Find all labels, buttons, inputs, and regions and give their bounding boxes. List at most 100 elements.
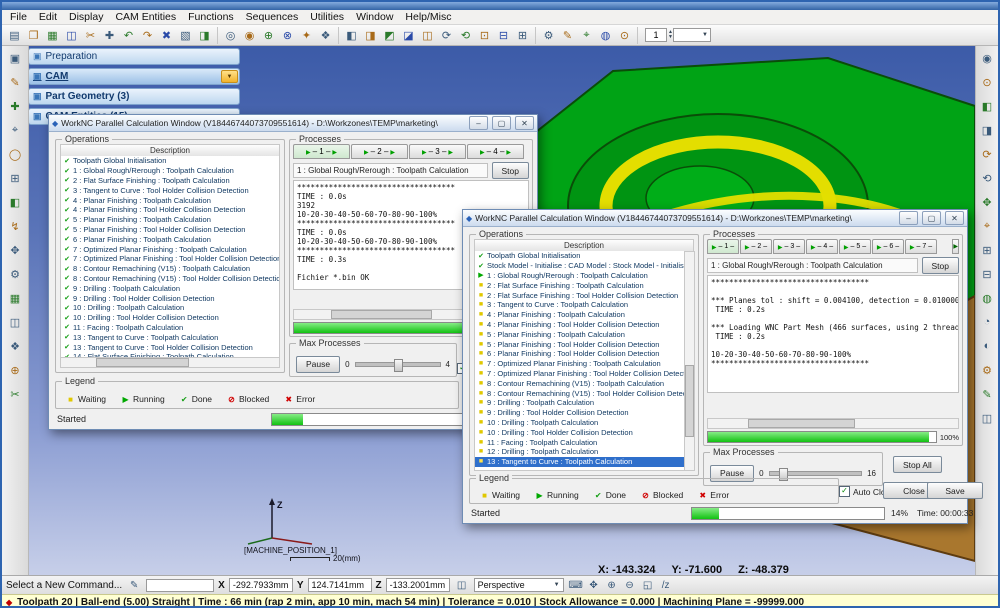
tool-icon[interactable]: ◨ bbox=[978, 122, 996, 138]
tool-icon[interactable]: ⚙ bbox=[6, 266, 24, 282]
tool-icon[interactable]: ◍ bbox=[978, 290, 996, 306]
statusbar-icon[interactable]: ✥ bbox=[586, 578, 602, 592]
dialog-titlebar[interactable]: WorkNC Parallel Calculation Window (V184… bbox=[49, 115, 537, 132]
operation-row[interactable]: 7 : Optimized Planar Finishing : Toolpat… bbox=[475, 359, 684, 369]
statusbar-icon[interactable]: ⊖ bbox=[622, 578, 638, 592]
statusbar-icon[interactable]: ⊕ bbox=[604, 578, 620, 592]
minimize-button[interactable]: – bbox=[469, 116, 488, 130]
operation-row[interactable]: 11 : Facing : Toolpath Calculation bbox=[475, 437, 684, 447]
toolbar-icon[interactable]: ⊗ bbox=[278, 27, 297, 44]
scrollbar-thumb[interactable] bbox=[685, 365, 694, 437]
toolbar-icon[interactable]: ▦ bbox=[43, 27, 62, 44]
tool-icon[interactable]: ▣ bbox=[6, 50, 24, 66]
close-button[interactable]: ✕ bbox=[515, 116, 534, 130]
tab-scroll-right-button[interactable]: ▶ bbox=[952, 239, 959, 254]
menu-item[interactable]: Edit bbox=[33, 11, 63, 23]
toolbar-icon[interactable]: ◨ bbox=[195, 27, 214, 44]
operation-row[interactable]: 4 : Planar Finishing : Toolpath Calculat… bbox=[475, 310, 684, 320]
toolbar-icon[interactable]: ◪ bbox=[399, 27, 418, 44]
scrollbar-thumb[interactable] bbox=[748, 419, 855, 428]
toolbar-icon[interactable]: ❐ bbox=[24, 27, 43, 44]
operation-row[interactable]: 4 : Planar Finishing : Tool Holder Colli… bbox=[475, 320, 684, 330]
tool-icon[interactable]: ⊙ bbox=[978, 74, 996, 90]
operation-row[interactable]: 2 : Flat Surface Finishing : Toolpath Ca… bbox=[475, 280, 684, 290]
operation-row[interactable]: 10 : Drilling : Tool Holder Collision De… bbox=[475, 427, 684, 437]
toolbar-icon[interactable]: ⚙ bbox=[539, 27, 558, 44]
tool-icon[interactable]: ⊞ bbox=[6, 170, 24, 186]
operation-row[interactable]: 10 : Drilling : Tool Holder Collision De… bbox=[61, 313, 279, 323]
operations-list[interactable]: Toolpath Global Initialisation 1 : Globa… bbox=[60, 156, 280, 358]
operation-row[interactable]: 5 : Planar Finishing : Tool Holder Colli… bbox=[61, 225, 279, 235]
operation-row[interactable]: 7 : Optimized Planar Finishing : Tool Ho… bbox=[61, 254, 279, 264]
operation-row[interactable]: 3 : Tangent to Curve : Tool Holder Colli… bbox=[61, 185, 279, 195]
operation-row[interactable]: 5 : Planar Finishing : Tool Holder Colli… bbox=[475, 339, 684, 349]
toolbar-icon[interactable]: ⊞ bbox=[513, 27, 532, 44]
tool-icon[interactable]: ◫ bbox=[978, 410, 996, 426]
operation-row[interactable]: 5 : Planar Finishing : Toolpath Calculat… bbox=[61, 215, 279, 225]
tool-icon[interactable]: ✎ bbox=[6, 74, 24, 90]
operation-row[interactable]: 1 : Global Rough/Rerough : Toolpath Calc… bbox=[475, 271, 684, 281]
view-mode-dropdown[interactable]: Perspective ▼ bbox=[474, 578, 564, 592]
tool-icon[interactable]: ✥ bbox=[978, 194, 996, 210]
operation-row[interactable]: 4 : Planar Finishing : Tool Holder Colli… bbox=[61, 205, 279, 215]
toolbar-icon[interactable]: ⊕ bbox=[259, 27, 278, 44]
toolbar-icon[interactable]: ✂ bbox=[81, 27, 100, 44]
save-button[interactable]: Save bbox=[927, 482, 983, 499]
operation-row[interactable]: 10 : Drilling : Toolpath Calculation bbox=[61, 303, 279, 313]
statusbar-icon[interactable]: ◱ bbox=[640, 578, 656, 592]
tool-icon[interactable]: ✥ bbox=[6, 242, 24, 258]
tool-icon[interactable]: ❖ bbox=[6, 338, 24, 354]
tool-icon[interactable]: ⚙ bbox=[978, 362, 996, 378]
process-tab[interactable]: 2 bbox=[740, 239, 772, 254]
process-tab[interactable]: 3 bbox=[773, 239, 805, 254]
close-button[interactable]: ✕ bbox=[945, 211, 964, 225]
panel-section-part-geometry[interactable]: Part Geometry (3) bbox=[28, 88, 240, 105]
toolbar-icon[interactable]: ◎ bbox=[221, 27, 240, 44]
scrollbar-thumb[interactable] bbox=[331, 310, 431, 319]
stop-all-button[interactable]: Stop All bbox=[893, 456, 942, 473]
process-tab[interactable]: 4 bbox=[806, 239, 838, 254]
process-tab[interactable]: 1 bbox=[293, 144, 350, 159]
statusbar-icon[interactable]: /z bbox=[658, 578, 674, 592]
operation-row[interactable]: 2 : Flat Surface Finishing : Tool Holder… bbox=[475, 290, 684, 300]
scrollbar-thumb[interactable] bbox=[96, 358, 190, 367]
operation-row[interactable]: 13 : Tangent to Curve : Toolpath Calcula… bbox=[61, 332, 279, 342]
menu-item[interactable]: Window bbox=[350, 11, 399, 23]
operation-row[interactable]: Toolpath Global Initialisation bbox=[475, 251, 684, 261]
toolbar-icon[interactable]: ⟲ bbox=[456, 27, 475, 44]
operation-row[interactable]: 9 : Drilling : Tool Holder Collision Det… bbox=[475, 408, 684, 418]
operation-row[interactable]: 6 : Planar Finishing : Toolpath Calculat… bbox=[61, 234, 279, 244]
operation-row[interactable]: 9 : Drilling : Toolpath Calculation bbox=[61, 283, 279, 293]
process-tab[interactable]: 2 bbox=[351, 144, 408, 159]
operation-row[interactable]: 2 : Flat Surface Finishing : Toolpath Ca… bbox=[61, 176, 279, 186]
pause-button[interactable]: Pause bbox=[296, 356, 340, 373]
tool-icon[interactable]: ⟲ bbox=[978, 170, 996, 186]
tool-icon[interactable]: ⊕ bbox=[6, 362, 24, 378]
tool-icon[interactable]: ✚ bbox=[6, 98, 24, 114]
operation-row[interactable]: 9 : Drilling : Toolpath Calculation bbox=[475, 398, 684, 408]
process-tab[interactable]: 4 bbox=[467, 144, 524, 159]
operation-row[interactable]: Stock Model - Initialise : CAD Model : S… bbox=[475, 261, 684, 271]
operation-row[interactable]: 8 : Contour Remachining (V15) : Tool Hol… bbox=[61, 274, 279, 284]
stop-button[interactable]: Stop bbox=[492, 162, 530, 179]
process-tab[interactable]: 6 bbox=[872, 239, 904, 254]
menu-item[interactable]: File bbox=[4, 11, 33, 23]
pencil-icon[interactable]: ✎ bbox=[126, 578, 142, 592]
toolbar-icon[interactable]: ◫ bbox=[418, 27, 437, 44]
operation-row[interactable]: 13 : Tangent to Curve : Toolpath Calcula… bbox=[475, 457, 684, 467]
process-tab[interactable]: 7 bbox=[905, 239, 937, 254]
tool-icon[interactable]: ⌖ bbox=[978, 218, 996, 234]
tool-icon[interactable]: ◧ bbox=[978, 98, 996, 114]
operations-list[interactable]: Toolpath Global Initialisation Stock Mod… bbox=[474, 251, 685, 471]
toolbar-icon[interactable]: ◧ bbox=[342, 27, 361, 44]
toolbar-icon[interactable]: ⟳ bbox=[437, 27, 456, 44]
spinner-value[interactable]: 1 bbox=[645, 28, 667, 42]
minimize-button[interactable]: – bbox=[899, 211, 918, 225]
tool-icon[interactable]: ⊞ bbox=[978, 242, 996, 258]
operation-row[interactable]: 8 : Contour Remachining (V15) : Toolpath… bbox=[61, 264, 279, 274]
operation-row[interactable]: 9 : Drilling : Tool Holder Collision Det… bbox=[61, 293, 279, 303]
operation-row[interactable]: 12 : Drilling : Toolpath Calculation bbox=[475, 447, 684, 457]
command-input[interactable] bbox=[146, 579, 214, 592]
toolbar-icon[interactable]: ▧ bbox=[176, 27, 195, 44]
menu-item[interactable]: Functions bbox=[182, 11, 240, 23]
